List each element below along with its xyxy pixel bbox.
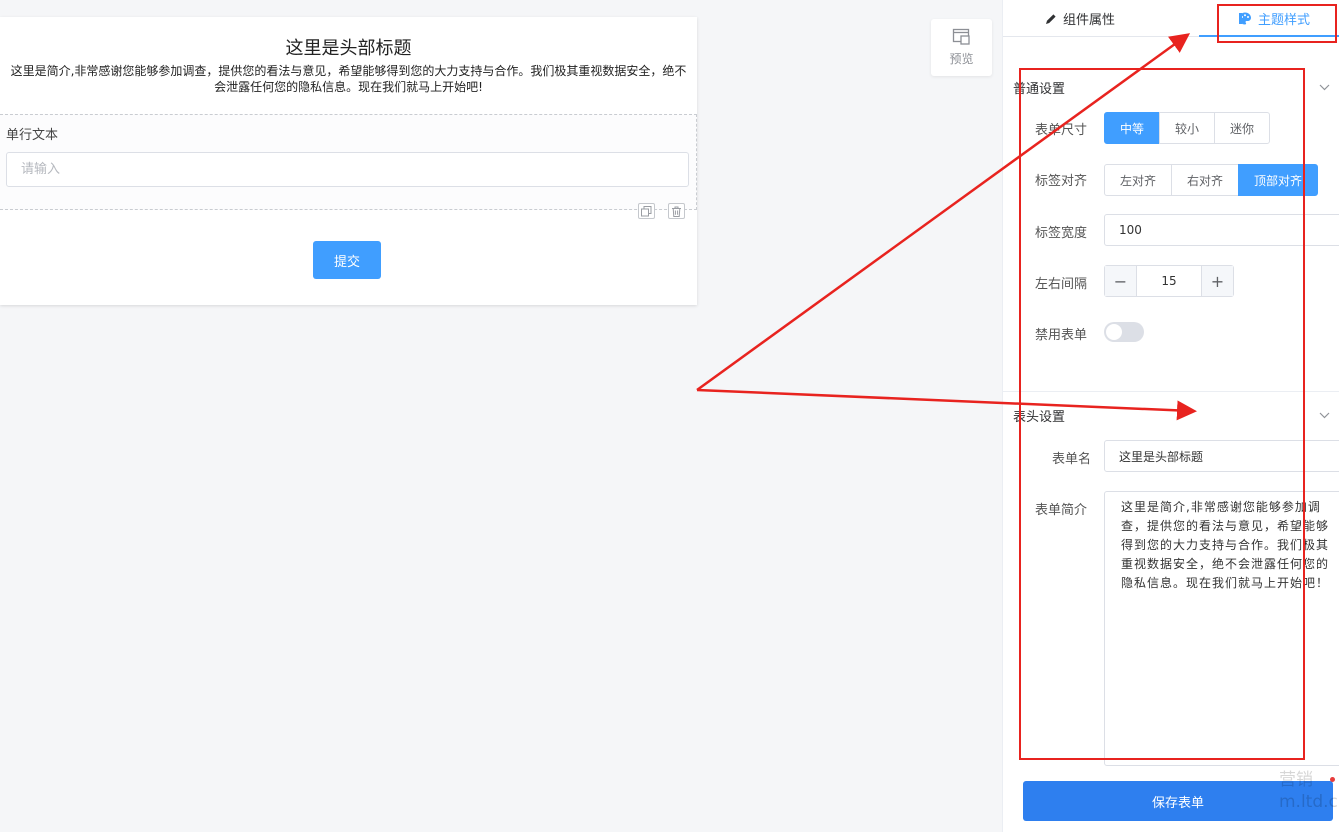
settings-panel: 组件属性 主题样式 普通设置 表单尺寸 中等 较小 迷你 标签对齐 左对齐 右对… [1002,0,1339,832]
section-title: 普通设置 [1013,82,1066,97]
label-align-label: 标签对齐 [1035,174,1088,189]
form-size-label: 表单尺寸 [1035,123,1088,138]
label-width-label: 标签宽度 [1035,226,1088,241]
gutter-label: 左右间隔 [1035,277,1088,292]
tab-theme-style[interactable]: 主题样式 [1238,0,1310,37]
form-desc-textarea[interactable]: 这里是简介,非常感谢您能够参加调查，提供您的看法与意见，希望能够得到您的大力支持… [1104,491,1339,766]
active-tab-indicator [1199,35,1339,37]
save-bar: 保存表单 营销m.ltd.c [1003,766,1339,832]
size-option-mini[interactable]: 迷你 [1214,112,1270,144]
preview-button[interactable]: 预览 [931,19,992,76]
tab-label: 组件属性 [1063,13,1116,28]
field-label: 单行文本 [6,128,59,143]
align-option-top[interactable]: 顶部对齐 [1238,164,1318,196]
gutter-stepper: − 15 + [1104,265,1234,297]
disable-form-label: 禁用表单 [1035,328,1088,343]
delete-icon[interactable] [668,203,685,219]
submit-button[interactable]: 提交 [313,241,381,279]
tab-label: 主题样式 [1258,13,1311,28]
form-size-group: 中等 较小 迷你 [1104,112,1270,144]
form-name-label: 表单名 [1051,452,1091,467]
header-settings-header[interactable]: 表头设置 [1013,406,1330,425]
form-title: 这里是头部标题 [285,38,412,59]
section-title: 表头设置 [1013,410,1066,425]
preview-icon [952,28,970,45]
gutter-value[interactable]: 15 [1137,266,1201,296]
label-width-input[interactable] [1104,214,1339,246]
form-description: 这里是简介,非常感谢您能够参加调查，提供您的看法与意见，希望能够得到您的大力支持… [10,64,687,94]
save-form-button[interactable]: 保存表单 [1023,781,1333,821]
panel-tabs: 组件属性 主题样式 [1003,0,1339,37]
plus-icon[interactable]: + [1201,266,1233,296]
label-align-group: 左对齐 右对齐 顶部对齐 [1104,164,1318,196]
form-desc-label: 表单简介 [1035,503,1088,518]
align-option-right[interactable]: 右对齐 [1171,164,1239,196]
disable-form-switch[interactable] [1104,322,1144,342]
size-option-medium[interactable]: 中等 [1104,112,1160,144]
align-option-left[interactable]: 左对齐 [1104,164,1172,196]
section-divider [1003,391,1339,392]
tab-component-properties[interactable]: 组件属性 [1045,0,1115,37]
size-option-small[interactable]: 较小 [1159,112,1215,144]
pencil-icon [1046,13,1056,24]
single-line-text-input[interactable] [6,152,689,187]
copy-icon[interactable] [638,203,655,219]
preview-label: 预览 [949,52,974,66]
chevron-down-icon [1319,412,1330,419]
form-preview-card: 这里是头部标题 这里是简介,非常感谢您能够参加调查，提供您的看法与意见，希望能够… [0,17,697,305]
minus-icon[interactable]: − [1105,266,1137,296]
palette-icon [1239,12,1252,25]
form-field-block[interactable]: 单行文本 [0,114,697,219]
form-name-input[interactable] [1104,440,1339,472]
chevron-down-icon [1319,84,1330,91]
general-settings-header[interactable]: 普通设置 [1013,78,1330,97]
